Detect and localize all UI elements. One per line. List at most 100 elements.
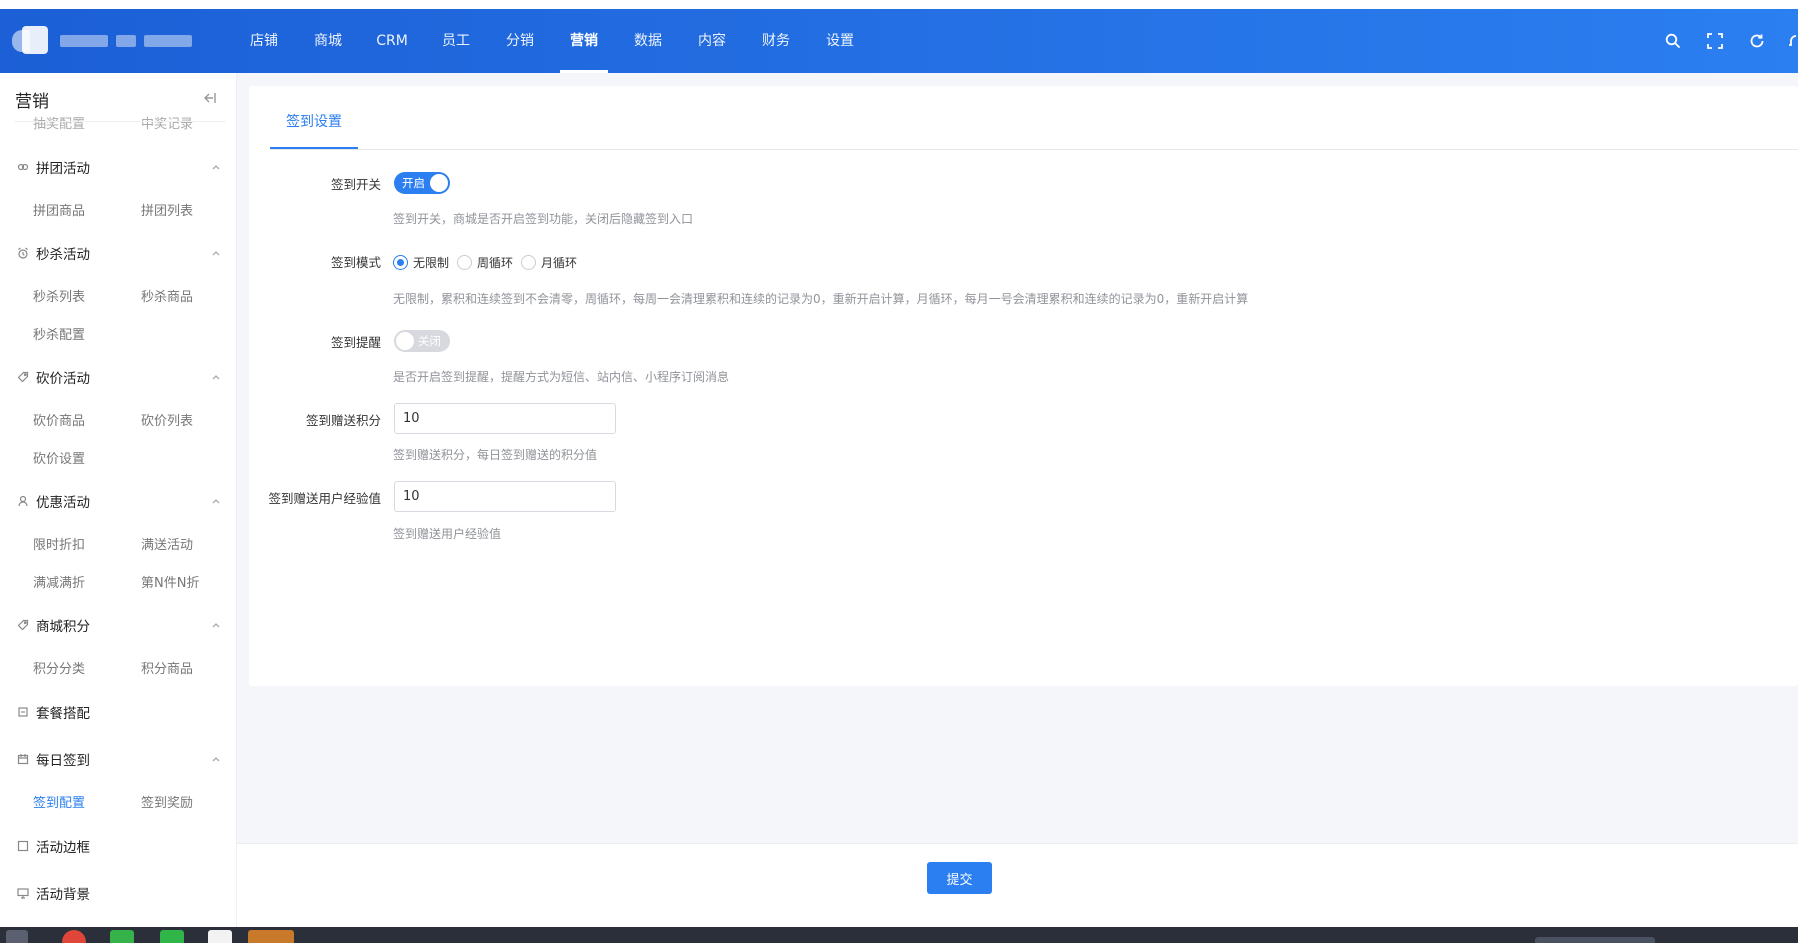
sidebar-group-label: 活动边框 [36, 840, 90, 856]
sidebar-group-label: 商城积分 [36, 619, 90, 635]
calendar-icon [16, 752, 30, 766]
search-icon[interactable] [1652, 9, 1694, 73]
sidebar-group-groupbuy[interactable]: 拼团活动 [16, 155, 222, 179]
sign-remind-label: 签到提醒 [330, 335, 381, 350]
nav-mall[interactable]: 商城 [296, 9, 360, 73]
sign-mode-radio-unlimited[interactable]: 无限制 [393, 254, 449, 271]
monitor-icon [16, 886, 30, 900]
sidebar-item-points-category[interactable]: 积分分类 [33, 658, 85, 677]
brand-logo[interactable] [12, 26, 50, 54]
sign-exp-input[interactable] [394, 481, 616, 512]
nav-distribution[interactable]: 分销 [488, 9, 552, 73]
tag-icon [16, 618, 30, 632]
sidebar-group-points[interactable]: 商城积分 [16, 613, 222, 637]
switch-state-label: 关闭 [418, 334, 441, 348]
sidebar-item-seckill-list[interactable]: 秒杀列表 [33, 286, 85, 305]
sidebar-item-bargain-list[interactable]: 砍价列表 [141, 410, 193, 429]
radio-circle [393, 255, 408, 270]
collapse-icon[interactable] [200, 89, 218, 107]
sidebar-item-sign-rewards[interactable]: 签到奖励 [141, 792, 193, 811]
fullscreen-icon[interactable] [1694, 9, 1736, 73]
sidebar-group-discount[interactable]: 优惠活动 [16, 489, 222, 513]
nav-settings[interactable]: 设置 [808, 9, 872, 73]
sidebar-item-full-reduction[interactable]: 满减满折 [33, 572, 85, 591]
nav-marketing[interactable]: 营销 [552, 9, 616, 73]
sidebar-item-bargain-settings[interactable]: 砍价设置 [33, 448, 85, 467]
package-icon [16, 705, 30, 719]
sign-remind-help: 是否开启签到提醒，提醒方式为短信、站内信、小程序订阅消息 [393, 370, 730, 384]
alarm-icon [16, 246, 30, 260]
sidebar-item-bargain-goods[interactable]: 砍价商品 [33, 410, 85, 429]
sidebar-group-label: 套餐搭配 [36, 706, 90, 722]
bell-icon[interactable] [1778, 9, 1798, 73]
sign-points-input[interactable] [394, 403, 616, 434]
sidebar-item-seckill-config[interactable]: 秒杀配置 [33, 324, 85, 343]
sidebar-item-sign-config[interactable]: 签到配置 [33, 792, 85, 811]
sidebar-group-activity-background[interactable]: 活动背景 [16, 881, 222, 905]
nav-crm[interactable]: CRM [360, 9, 424, 73]
sidebar-item-limited-discount[interactable]: 限时折扣 [33, 534, 85, 553]
chevron-up-icon [210, 619, 222, 631]
sidebar-item-prize-records[interactable]: 中奖记录 [141, 113, 193, 132]
sidebar-item-seckill-goods[interactable]: 秒杀商品 [141, 286, 193, 305]
form-footer [237, 843, 1798, 927]
sidebar-item-nth-discount[interactable]: 第N件N折 [141, 572, 199, 591]
sign-exp-help: 签到赠送用户经验值 [393, 527, 502, 541]
chevron-up-icon [210, 247, 222, 259]
nav-data[interactable]: 数据 [616, 9, 680, 73]
sidebar-group-seckill[interactable]: 秒杀活动 [16, 241, 222, 265]
radio-label: 月循环 [541, 256, 578, 270]
radio-label: 周循环 [477, 256, 514, 270]
nav-finance[interactable]: 财务 [744, 9, 808, 73]
sign-switch-help: 签到开关，商城是否开启签到功能，关闭后隐藏签到入口 [393, 212, 694, 226]
os-taskbar [0, 927, 1798, 943]
sidebar-group-activity-frame[interactable]: 活动边框 [16, 834, 222, 858]
browser-icon[interactable] [62, 930, 86, 943]
sign-mode-radio-weekly[interactable]: 周循环 [457, 254, 513, 271]
system-tray[interactable] [1535, 937, 1655, 943]
sign-mode-radio-monthly[interactable]: 月循环 [521, 254, 577, 271]
brand-name-blurred [60, 35, 192, 47]
refresh-icon[interactable] [1736, 9, 1778, 73]
nav-staff[interactable]: 员工 [424, 9, 488, 73]
window-top-strip [0, 0, 1798, 9]
app-icon[interactable] [160, 930, 184, 943]
header-tools [1652, 9, 1798, 73]
sidebar-group-daily-sign[interactable]: 每日签到 [16, 747, 222, 771]
user-icon [16, 494, 30, 508]
sign-remind-toggle[interactable]: 关闭 [394, 330, 450, 352]
frame-icon [16, 839, 30, 853]
submit-button[interactable]: 提交 [927, 862, 992, 894]
sidebar-group-bargain[interactable]: 砍价活动 [16, 365, 222, 389]
sidebar-item-groupbuy-goods[interactable]: 拼团商品 [33, 200, 85, 219]
sidebar-group-label: 活动背景 [36, 887, 90, 903]
sidebar-group-package[interactable]: 套餐搭配 [16, 700, 222, 724]
app-icon[interactable] [248, 930, 294, 943]
app-icon[interactable] [110, 930, 134, 943]
tab-sign-settings[interactable]: 签到设置 [286, 111, 342, 131]
chevron-up-icon [210, 161, 222, 173]
main-nav: 店铺 商城 CRM 员工 分销 营销 数据 内容 财务 设置 [232, 9, 872, 73]
sidebar-item-gift-promo[interactable]: 满送活动 [141, 534, 193, 553]
sidebar-group-label: 优惠活动 [36, 495, 90, 511]
sidebar-item-groupbuy-list[interactable]: 拼团列表 [141, 200, 193, 219]
sidebar-item-points-goods[interactable]: 积分商品 [141, 658, 193, 677]
sidebar-group-label: 拼团活动 [36, 161, 90, 177]
switch-state-label: 开启 [402, 176, 425, 190]
sign-switch-toggle[interactable]: 开启 [394, 172, 450, 194]
nav-content[interactable]: 内容 [680, 9, 744, 73]
nav-store[interactable]: 店铺 [232, 9, 296, 73]
switch-knob [396, 332, 414, 350]
sidebar-group-label: 秒杀活动 [36, 247, 90, 263]
sidebar-group-label: 砍价活动 [36, 371, 90, 387]
sidebar-divider [14, 121, 226, 122]
start-icon[interactable] [6, 930, 28, 943]
chevron-up-icon [210, 371, 222, 383]
sign-points-label: 签到赠送积分 [305, 413, 381, 428]
switch-knob [430, 174, 448, 192]
sidebar-item-lottery-config[interactable]: 抽奖配置 [33, 113, 85, 132]
radio-label: 无限制 [413, 256, 450, 270]
chevron-up-icon [210, 495, 222, 507]
radio-circle [457, 255, 472, 270]
app-icon[interactable] [208, 930, 232, 943]
